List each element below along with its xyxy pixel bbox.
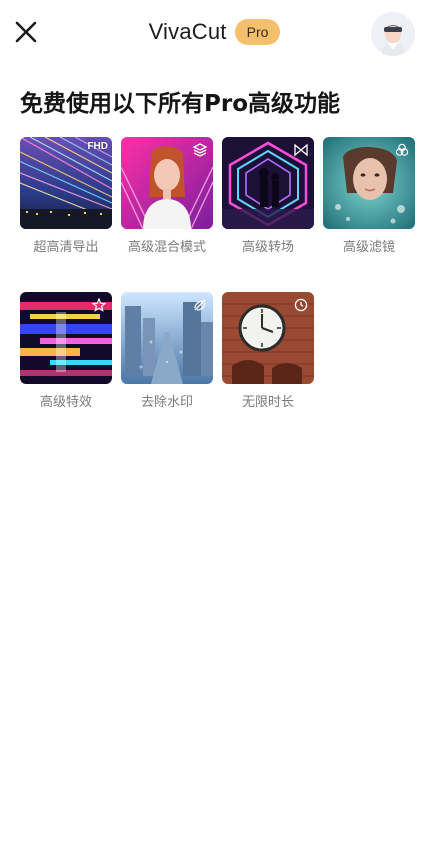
bowtie-transition-icon xyxy=(292,141,310,159)
feature-thumbnail xyxy=(20,292,112,384)
section-title: 免费使用以下所有Pro高级功能 xyxy=(20,91,341,117)
feature-label: 高级混合模式 xyxy=(127,240,206,255)
feature-thumbnail xyxy=(323,137,415,229)
feature-label: 去除水印 xyxy=(140,395,193,410)
user-avatar-icon[interactable] xyxy=(371,12,415,56)
layers-icon xyxy=(191,141,209,159)
feature-thumbnail: FHD xyxy=(20,137,112,229)
sparkle-star-icon xyxy=(90,296,108,314)
feature-blend-mode[interactable]: 高级混合模式 xyxy=(121,137,213,256)
fhd-badge: FHD xyxy=(87,141,108,152)
feature-thumbnail xyxy=(222,292,314,384)
feature-label: 超高清导出 xyxy=(33,240,99,255)
three-circles-icon xyxy=(393,141,411,159)
feature-fhd-export[interactable]: FHD 超高清导出 xyxy=(20,137,112,256)
clock-icon xyxy=(292,296,310,314)
feature-label: 高级转场 xyxy=(241,240,294,255)
pro-badge: Pro xyxy=(234,19,281,45)
feature-unlimited-duration[interactable]: 无限时长 xyxy=(222,292,314,411)
feature-thumbnail xyxy=(121,137,213,229)
feature-thumbnail xyxy=(121,292,213,384)
header: VivaCut Pro xyxy=(0,0,429,66)
app-title: VivaCut xyxy=(148,19,227,44)
feature-transition[interactable]: 高级转场 xyxy=(222,137,314,256)
feature-remove-watermark[interactable]: 去除水印 xyxy=(121,292,213,411)
no-watermark-icon xyxy=(191,296,209,314)
feature-thumbnail xyxy=(222,137,314,229)
feature-effects[interactable]: 高级特效 xyxy=(20,292,112,411)
brand: VivaCut Pro xyxy=(0,14,429,50)
feature-label: 高级滤镜 xyxy=(342,240,395,255)
feature-label: 无限时长 xyxy=(241,395,294,410)
feature-label: 高级特效 xyxy=(39,395,92,410)
feature-filter[interactable]: 高级滤镜 xyxy=(323,137,415,256)
